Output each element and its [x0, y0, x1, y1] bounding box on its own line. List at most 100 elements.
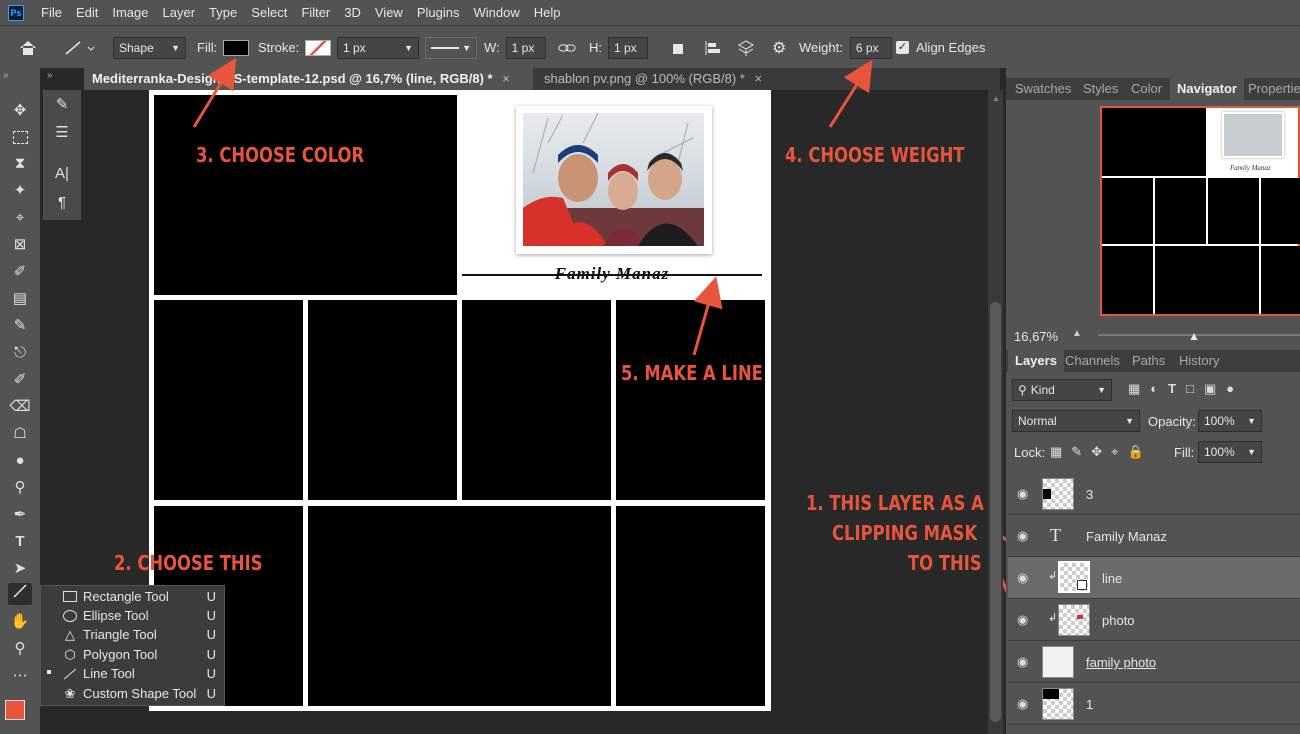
menu-3d[interactable]: 3D [337, 0, 368, 25]
stroke-swatch[interactable] [305, 39, 332, 56]
eye-icon[interactable]: ◉ [1017, 654, 1028, 670]
scrollbar-thumb[interactable] [990, 302, 1001, 722]
lasso-tool-icon[interactable]: ⧗ [8, 153, 32, 175]
menu-select[interactable]: Select [244, 0, 294, 25]
menu-plugins[interactable]: Plugins [410, 0, 467, 25]
lock-position-icon[interactable]: ✥ [1091, 444, 1102, 460]
clone-stamp-icon[interactable]: ⎋ [8, 342, 32, 364]
zoom-out-icon[interactable]: ▲ [1072, 328, 1082, 339]
weight-field[interactable]: 6 px [849, 36, 892, 59]
healing-brush-icon[interactable]: ▤ [8, 288, 32, 310]
tab-document-shablon[interactable]: shablon pv.png @ 100% (RGB/8) * × [536, 68, 788, 90]
layer-row-selected[interactable]: ◉ ↲ line [1008, 557, 1300, 599]
zoom-tool-icon[interactable]: ⚲ [8, 638, 32, 660]
tab-document-main[interactable]: Mediterranka-Design-PS-template-12.psd @… [84, 68, 533, 90]
flyout-polygon-tool[interactable]: ⬡ Polygon Tool U [41, 645, 226, 664]
frame-tool-icon[interactable]: ⊠ [8, 234, 32, 256]
home-icon[interactable] [18, 26, 38, 69]
brush-presets-icon[interactable]: ☰ [50, 122, 74, 144]
history-brush-icon[interactable]: ✐ [8, 369, 32, 391]
blend-mode-select[interactable]: Normal ▼ [1012, 410, 1140, 432]
layer-row[interactable]: ◉ family photo [1008, 641, 1300, 683]
layer-row[interactable]: ◉ T Family Manaz [1008, 515, 1300, 557]
brush-settings-icon[interactable]: ✎ [50, 94, 74, 116]
blur-tool-icon[interactable]: ● [8, 450, 32, 472]
lock-image-icon[interactable]: ✎ [1071, 444, 1082, 460]
eyedropper-icon[interactable]: ✐ [8, 261, 32, 283]
tab-channels[interactable]: Channels [1058, 350, 1127, 372]
close-icon[interactable]: × [502, 71, 510, 86]
tab-history[interactable]: History [1172, 350, 1226, 372]
zoom-value[interactable]: 16,67% [1014, 329, 1058, 344]
brush-tool-icon[interactable]: ✎ [8, 315, 32, 337]
layer-row[interactable]: ◉ ↲ photo [1008, 599, 1300, 641]
mode-select[interactable]: Shape ▼ [113, 36, 186, 59]
filter-type-icon[interactable]: T [1168, 381, 1176, 397]
width-field[interactable]: 1 px [505, 36, 546, 59]
layer-filter-kind[interactable]: ⚲ Kind ▼ [1012, 379, 1112, 401]
eraser-icon[interactable]: ⌫ [8, 396, 32, 418]
flyout-line-tool[interactable]: Line Tool U [41, 664, 226, 683]
tab-layers[interactable]: Layers [1008, 350, 1064, 372]
menu-layer[interactable]: Layer [156, 0, 203, 25]
path-operations-icon[interactable] [671, 26, 687, 69]
hand-tool-icon[interactable]: ✋ [8, 611, 32, 633]
dodge-tool-icon[interactable]: ⚲ [8, 477, 32, 499]
expand-icon[interactable]: » [47, 70, 53, 81]
layer-row[interactable]: ◉ 3 [1008, 473, 1300, 515]
close-icon[interactable]: × [754, 71, 762, 86]
tab-properties[interactable]: Properties [1241, 78, 1300, 100]
character-panel-icon[interactable]: A| [50, 163, 74, 185]
eye-icon[interactable]: ◉ [1017, 528, 1028, 544]
stroke-width-field[interactable]: 1 px ▼ [337, 36, 419, 59]
flyout-triangle-tool[interactable]: △ Triangle Tool U [41, 625, 226, 644]
stroke-type-select[interactable]: ▼ [425, 36, 477, 59]
eye-icon[interactable]: ◉ [1017, 696, 1028, 712]
navigator-preview[interactable]: Family Manaz [1100, 106, 1300, 316]
filter-adjustment-icon[interactable]: ◐ [1150, 381, 1158, 397]
menu-filter[interactable]: Filter [294, 0, 337, 25]
tab-navigator[interactable]: Navigator [1170, 78, 1244, 100]
foreground-color-swatch[interactable] [5, 700, 25, 720]
collapse-icon[interactable]: » [3, 70, 9, 81]
tab-styles[interactable]: Styles [1076, 78, 1125, 100]
path-alignment-icon[interactable] [704, 26, 722, 69]
layer-row[interactable]: ◉ 1 [1008, 683, 1300, 725]
filter-pixel-icon[interactable]: ▦ [1128, 381, 1140, 397]
lock-transparent-icon[interactable]: ▦ [1050, 444, 1062, 460]
more-tools-icon[interactable]: ⋯ [8, 665, 32, 687]
path-arrangement-icon[interactable] [736, 26, 756, 69]
menu-help[interactable]: Help [527, 0, 568, 25]
crop-tool-icon[interactable]: ⌖ [8, 207, 32, 229]
menu-image[interactable]: Image [105, 0, 155, 25]
move-tool-icon[interactable]: ✥ [8, 100, 32, 122]
tab-paths[interactable]: Paths [1125, 350, 1172, 372]
marquee-tool-icon[interactable] [8, 126, 32, 148]
eye-icon[interactable]: ◉ [1017, 486, 1028, 502]
menu-window[interactable]: Window [466, 0, 526, 25]
opacity-field[interactable]: 100% ▼ [1198, 410, 1262, 432]
menu-type[interactable]: Type [202, 0, 244, 25]
menu-edit[interactable]: Edit [69, 0, 105, 25]
eye-icon[interactable]: ◉ [1017, 612, 1028, 628]
menu-file[interactable]: File [34, 0, 69, 25]
layer-fill-field[interactable]: 100% ▼ [1198, 441, 1262, 463]
tab-color[interactable]: Color [1124, 78, 1169, 100]
quick-selection-icon[interactable]: ✦ [8, 180, 32, 202]
tool-preset-picker[interactable] [62, 26, 98, 69]
path-selection-icon[interactable]: ➤ [8, 558, 32, 580]
scroll-up-icon[interactable]: ▲ [992, 94, 1000, 103]
paint-bucket-icon[interactable]: ☖ [8, 423, 32, 445]
pen-tool-icon[interactable]: ✒ [8, 504, 32, 526]
lock-artboard-icon[interactable]: ⌖ [1111, 444, 1118, 460]
canvas-vertical-scrollbar[interactable]: ▲ [988, 90, 1003, 734]
gear-icon[interactable]: ⚙ [772, 26, 786, 69]
eye-icon[interactable]: ◉ [1017, 570, 1028, 586]
line-tool-icon[interactable] [8, 583, 32, 605]
height-field[interactable]: 1 px [608, 36, 648, 59]
filter-smart-object-icon[interactable]: ▣ [1204, 381, 1216, 397]
zoom-slider-handle[interactable]: ▲ [1188, 329, 1200, 343]
tab-swatches[interactable]: Swatches [1008, 78, 1078, 100]
menu-view[interactable]: View [368, 0, 410, 25]
filter-toggle-icon[interactable]: ● [1226, 381, 1234, 397]
